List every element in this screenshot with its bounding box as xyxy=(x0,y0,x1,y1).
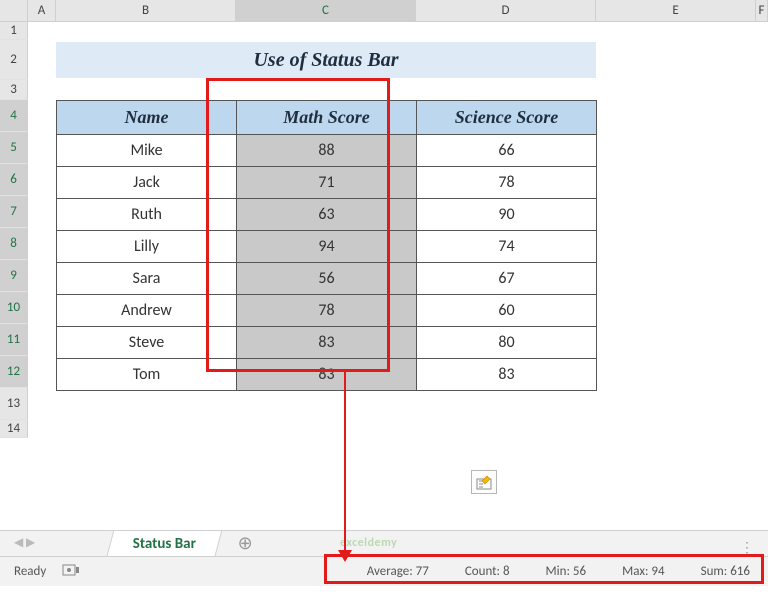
table-cell[interactable]: Lilly xyxy=(57,231,237,263)
th-name[interactable]: Name xyxy=(57,101,237,135)
page-title: Use of Status Bar xyxy=(56,42,596,78)
column-header-row: A B C D E F xyxy=(0,0,768,22)
annotation-arrow xyxy=(344,372,346,554)
table-cell[interactable]: Mike xyxy=(57,135,237,167)
sheet-tab-label: Status Bar xyxy=(133,535,196,553)
table-cell[interactable]: Tom xyxy=(57,359,237,391)
row-head-3[interactable]: 3 xyxy=(0,80,28,100)
table-cell[interactable]: 60 xyxy=(417,295,597,327)
watermark: exceldemy xyxy=(340,536,397,550)
status-count: Count: 8 xyxy=(465,564,510,579)
table-cell[interactable]: 83 xyxy=(417,359,597,391)
table-cell[interactable]: 74 xyxy=(417,231,597,263)
row-head-14[interactable]: 14 xyxy=(0,420,28,438)
table-cell[interactable]: 78 xyxy=(237,295,417,327)
row-head-13[interactable]: 13 xyxy=(0,388,28,420)
table-cell[interactable]: Sara xyxy=(57,263,237,295)
worksheet-cells[interactable]: Use of Status Bar Name Math Score Scienc… xyxy=(28,22,768,530)
tab-options-icon[interactable]: ⋮ xyxy=(740,539,756,556)
table-cell[interactable]: 63 xyxy=(237,199,417,231)
status-min: Min: 56 xyxy=(546,564,587,579)
status-ready: Ready xyxy=(14,564,46,579)
status-average: Average: 77 xyxy=(367,564,429,579)
table-cell[interactable]: 83 xyxy=(237,359,417,391)
row-head-4[interactable]: 4 xyxy=(0,100,28,132)
table-cell[interactable]: 90 xyxy=(417,199,597,231)
row-head-12[interactable]: 12 xyxy=(0,356,28,388)
table-cell[interactable]: Steve xyxy=(57,327,237,359)
table-cell[interactable]: 94 xyxy=(237,231,417,263)
table-cell[interactable]: Ruth xyxy=(57,199,237,231)
table-cell[interactable]: 56 xyxy=(237,263,417,295)
table-cell[interactable]: 78 xyxy=(417,167,597,199)
status-sum: Sum: 616 xyxy=(701,564,750,579)
col-head-E[interactable]: E xyxy=(596,0,756,21)
table-cell[interactable]: Andrew xyxy=(57,295,237,327)
table-cell[interactable]: 80 xyxy=(417,327,597,359)
col-head-D[interactable]: D xyxy=(416,0,596,21)
macro-record-icon[interactable] xyxy=(62,563,80,581)
row-head-9[interactable]: 9 xyxy=(0,260,28,292)
annotation-arrow-head xyxy=(338,550,352,562)
row-head-7[interactable]: 7 xyxy=(0,196,28,228)
status-max: Max: 94 xyxy=(622,564,664,579)
row-head-10[interactable]: 10 xyxy=(0,292,28,324)
new-sheet-button[interactable]: ⊕ xyxy=(233,531,257,555)
table-cell[interactable]: 83 xyxy=(237,327,417,359)
status-bar: Ready Average: 77 Count: 8 Min: 56 Max: … xyxy=(0,556,768,586)
table-cell[interactable]: 88 xyxy=(237,135,417,167)
col-head-A[interactable]: A xyxy=(28,0,56,21)
row-head-5[interactable]: 5 xyxy=(0,132,28,164)
score-table: Name Math Score Science Score Mike8866 J… xyxy=(56,100,597,391)
table-cell[interactable]: 71 xyxy=(237,167,417,199)
row-header-col: 1 2 3 4 5 6 7 8 9 10 11 12 13 14 xyxy=(0,22,28,530)
row-head-8[interactable]: 8 xyxy=(0,228,28,260)
col-head-F[interactable]: F xyxy=(756,0,768,21)
col-head-C[interactable]: C xyxy=(236,0,416,21)
row-head-6[interactable]: 6 xyxy=(0,164,28,196)
table-cell[interactable]: Jack xyxy=(57,167,237,199)
col-head-B[interactable]: B xyxy=(56,0,236,21)
th-math[interactable]: Math Score xyxy=(237,101,417,135)
row-head-2[interactable]: 2 xyxy=(0,40,28,80)
quick-analysis-button[interactable] xyxy=(471,470,497,494)
tab-nav-arrows[interactable]: ◀ ▶ xyxy=(14,535,35,550)
quick-analysis-icon xyxy=(476,474,492,490)
row-head-11[interactable]: 11 xyxy=(0,324,28,356)
row-head-1[interactable]: 1 xyxy=(0,22,28,40)
sheet-tab-active[interactable]: Status Bar xyxy=(107,530,223,556)
table-cell[interactable]: 66 xyxy=(417,135,597,167)
th-science[interactable]: Science Score xyxy=(417,101,597,135)
table-cell[interactable]: 67 xyxy=(417,263,597,295)
select-all-corner[interactable] xyxy=(0,0,28,21)
